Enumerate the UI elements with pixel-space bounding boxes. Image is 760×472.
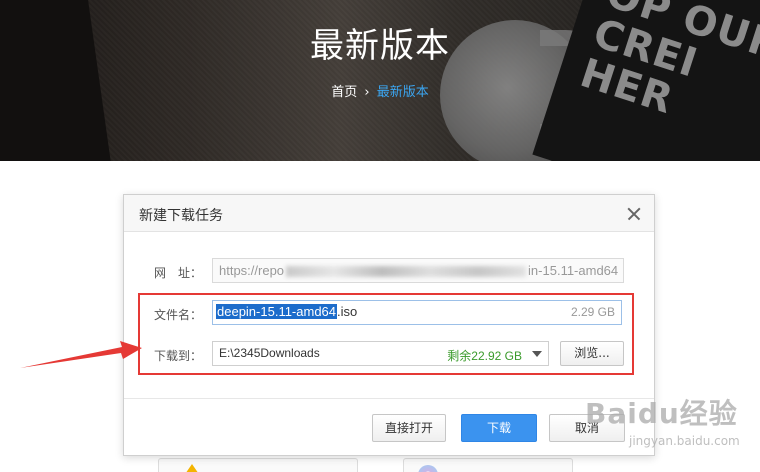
save-path-value: E:\2345Downloads: [219, 346, 320, 360]
url-field[interactable]: https://repo in-15.11-amd64: [212, 258, 624, 283]
save-to-label: 下载到：: [154, 349, 203, 363]
browse-button[interactable]: 浏览...: [560, 341, 624, 366]
breadcrumb-current[interactable]: 最新版本: [377, 85, 429, 100]
new-download-dialog: 新建下载任务 网 址： https://repo in-15.11-amd64 文…: [123, 194, 655, 456]
url-label: 网 址：: [154, 266, 203, 280]
bg-download-button-2[interactable]: [403, 458, 573, 472]
hero-banner: OP OUR CREI HER 最新版本 首页 › 最新版本: [0, 0, 760, 161]
url-value-start: https://repo: [219, 263, 285, 278]
drive-icon: [181, 464, 203, 472]
red-arrow-annotation: [20, 341, 142, 368]
download-button[interactable]: 下载: [461, 414, 537, 442]
url-value-end: in-15.11-amd64: [528, 263, 619, 278]
dialog-header: 新建下载任务: [124, 195, 654, 232]
breadcrumb-home-link[interactable]: 首页: [331, 85, 357, 100]
baidu-watermark: Baidu经验 jingyan.baidu.com: [585, 392, 755, 464]
watermark-sub: jingyan.baidu.com: [629, 434, 740, 448]
disc-icon: [418, 465, 438, 472]
filename-selected-text: deepin-15.11-amd64: [216, 304, 338, 319]
url-redacted: [286, 266, 527, 278]
file-size: 2.29 GB: [570, 305, 615, 319]
breadcrumb-separator: ›: [364, 85, 370, 100]
breadcrumb: 首页 › 最新版本: [0, 81, 760, 100]
filename-extension: .iso: [337, 304, 358, 319]
close-icon[interactable]: [624, 204, 644, 224]
chevron-down-icon[interactable]: [532, 351, 542, 357]
watermark-main: Baidu经验: [585, 397, 738, 430]
bg-download-button-1[interactable]: [158, 458, 358, 472]
page-title: 最新版本: [310, 26, 450, 66]
filename-label: 文件名：: [154, 308, 203, 322]
free-space: 剩余22.92 GB: [447, 349, 522, 363]
dialog-title: 新建下载任务: [139, 208, 223, 224]
open-direct-button[interactable]: 直接打开: [372, 414, 446, 442]
filename-input[interactable]: deepin-15.11-amd64.iso 2.29 GB: [212, 300, 622, 325]
footer-divider: [124, 398, 654, 399]
save-path-select[interactable]: E:\2345Downloads 剩余22.92 GB: [212, 341, 549, 366]
